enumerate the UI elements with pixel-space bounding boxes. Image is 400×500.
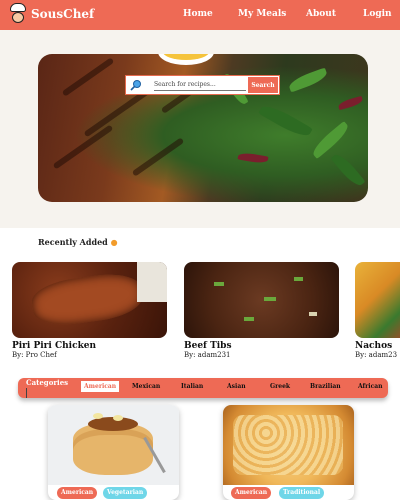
- category-italian[interactable]: Italian: [181, 383, 203, 390]
- categories-bar: Categories American Mexican Italian Asia…: [18, 378, 388, 398]
- recent-card-name: Piri Piri Chicken: [12, 341, 97, 351]
- recent-card-author: By: Pro Chef: [12, 351, 57, 359]
- recent-card-author: By: adam23: [355, 351, 398, 359]
- recent-card-name: Beef Tibs: [184, 341, 232, 351]
- recent-card[interactable]: Nachos By: adam23: [355, 262, 400, 359]
- recent-card-image: [12, 262, 167, 338]
- categories-divider: [26, 388, 27, 398]
- category-greek[interactable]: Greek: [270, 383, 290, 390]
- category-brazilian[interactable]: Brazilian: [310, 383, 341, 390]
- recipe-card[interactable]: [48, 405, 179, 500]
- fire-icon: ●: [110, 237, 118, 247]
- recent-card-image: [355, 262, 400, 338]
- recent-card-author: By: adam231: [184, 351, 231, 359]
- tag-traditional[interactable]: Traditional: [279, 487, 325, 499]
- tag-american[interactable]: American: [231, 487, 272, 499]
- category-american[interactable]: American: [81, 381, 120, 392]
- category-asian[interactable]: Asian: [227, 383, 246, 390]
- nav-login[interactable]: Login: [363, 9, 392, 19]
- categories-title: Categories: [26, 378, 69, 387]
- recent-card[interactable]: Piri Piri Chicken By: Pro Chef: [12, 262, 167, 359]
- recipe-card[interactable]: [223, 405, 354, 500]
- category-mexican[interactable]: Mexican: [132, 383, 160, 390]
- tag-vegetarian[interactable]: Vegetarian: [103, 487, 148, 499]
- chef-hat-icon: [8, 3, 28, 25]
- nav-my-meals[interactable]: My Meals: [238, 9, 286, 19]
- recently-added-title: Recently Added ●: [38, 237, 118, 247]
- brand-name: SousChef: [31, 7, 95, 21]
- nav-about[interactable]: About: [306, 9, 336, 19]
- navbar: SousChef Home My Meals About Login: [0, 0, 400, 30]
- brand-logo[interactable]: SousChef: [8, 3, 94, 25]
- recipe-card-image: [223, 405, 354, 485]
- search-button[interactable]: Search: [248, 77, 278, 93]
- search-input[interactable]: [154, 79, 246, 91]
- search-icon[interactable]: [126, 76, 146, 94]
- nav-home[interactable]: Home: [183, 9, 213, 19]
- tag-american[interactable]: American: [57, 487, 98, 499]
- recent-card-name: Nachos: [355, 341, 393, 351]
- search-bar: Search: [125, 75, 280, 95]
- recent-card-image: [184, 262, 339, 338]
- recipe-card-image: [48, 405, 179, 485]
- recent-card[interactable]: Beef Tibs By: adam231: [184, 262, 339, 359]
- category-african[interactable]: African: [358, 383, 382, 390]
